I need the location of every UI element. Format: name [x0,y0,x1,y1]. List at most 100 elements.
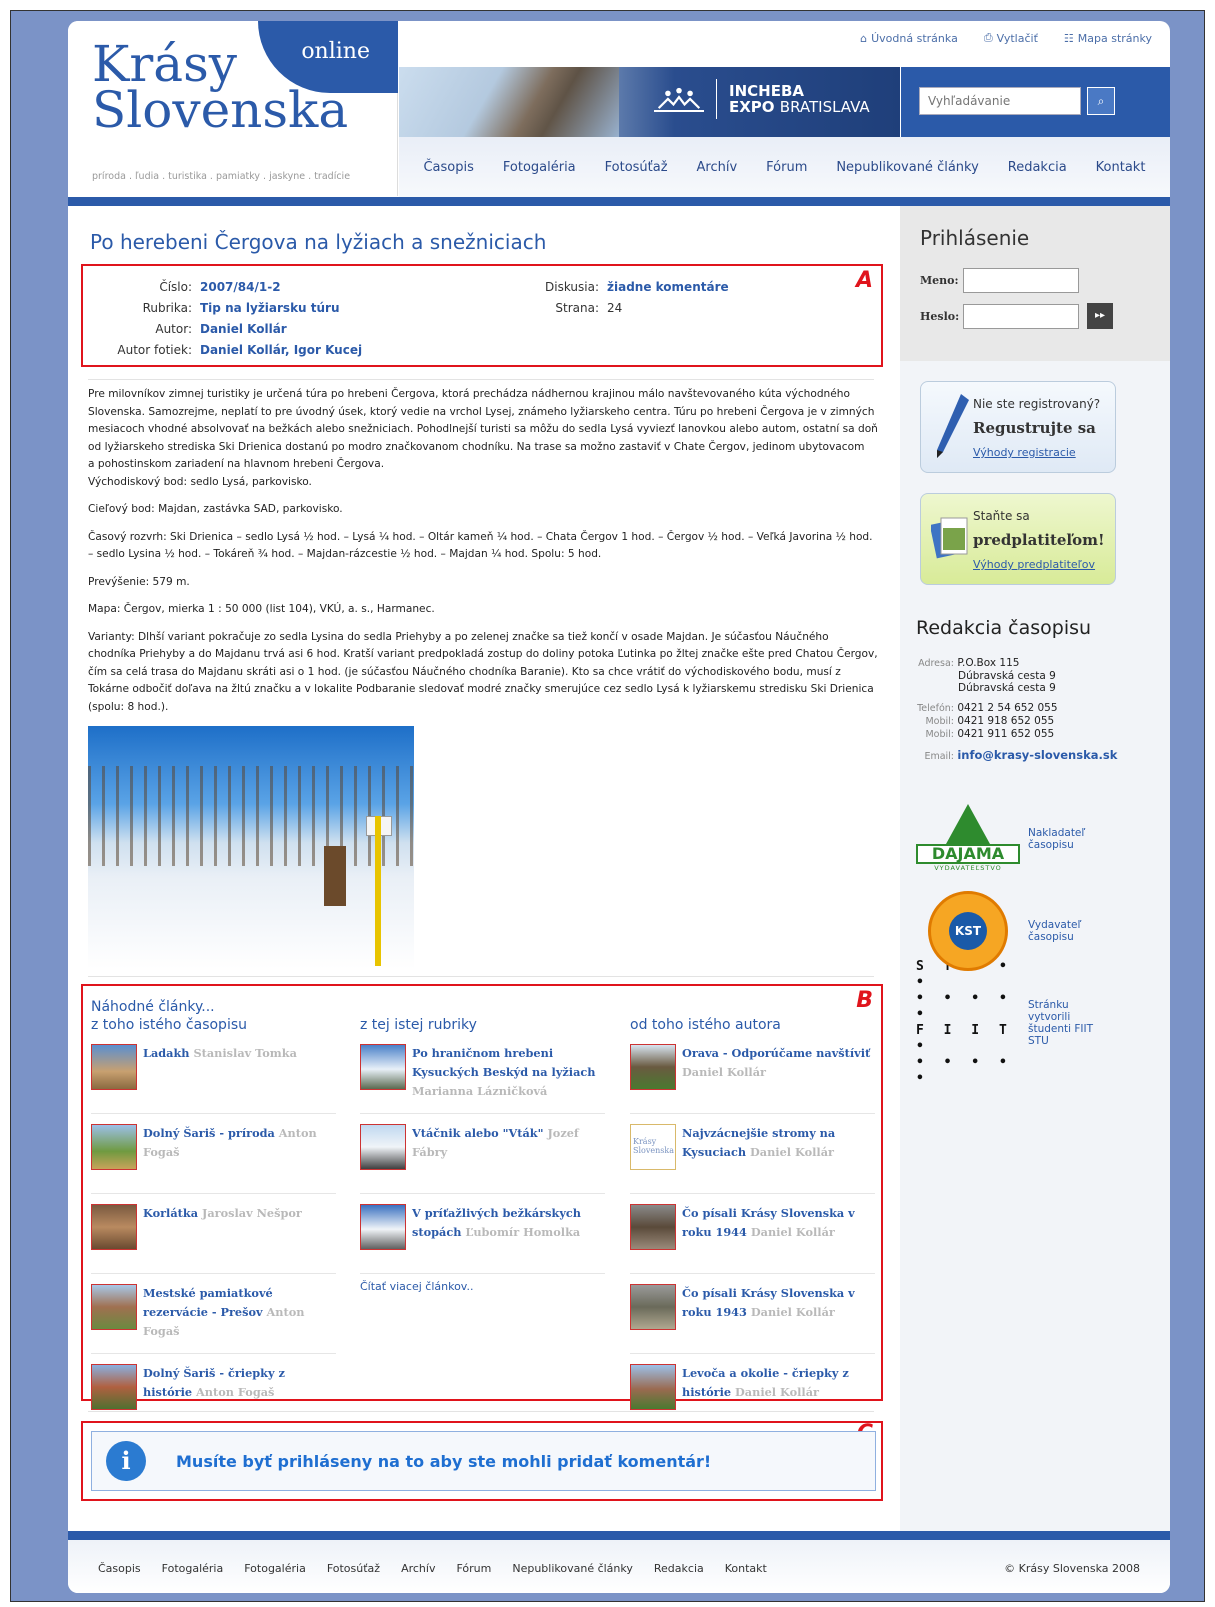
pen-icon [937,394,969,458]
annotation-marker-a: A [855,268,873,293]
main-nav: Časopis Fotogaléria Fotosúťaž Archív Fór… [399,137,1170,197]
discussion-link[interactable]: žiadne komentáre [603,276,733,297]
thumbnail [360,1124,406,1170]
related-item[interactable]: Korlátka Jaroslav Nešpor [91,1204,336,1274]
nav-item-forum[interactable]: Fórum [766,160,807,175]
issuer-caption: Vydavateľ časopisu [1028,919,1082,943]
footer-link[interactable]: Fotogaléria [162,1562,224,1575]
login-required-notice: i Musíte byť prihláseny na to aby ste mo… [91,1431,876,1491]
article-paragraph: Prevýšenie: 579 m. [88,575,190,588]
site-logo[interactable]: online Krásy Slovenska príroda . ľudia .… [68,21,398,196]
rubric-link[interactable]: Tip na lyžiarsku túru [196,297,366,318]
footer-link[interactable]: Fotogaléria [244,1562,306,1575]
nav-item-archiv[interactable]: Archív [697,160,738,175]
name-field[interactable] [963,268,1079,293]
footer-link[interactable]: Nepublikované články [512,1562,633,1575]
home-icon: ⌂ [860,31,868,45]
search-input[interactable] [919,87,1081,115]
page-number: 24 [607,300,623,315]
article-paragraph: Časový rozvrh: Ski Drienica – sedlo Lysá… [88,530,873,561]
related-item[interactable]: Dolný Šariš - príroda Anton Fogaš [91,1124,336,1194]
search-button[interactable]: ⌕ [1087,87,1115,115]
divider [88,379,874,380]
thumbnail [360,1204,406,1250]
related-item[interactable]: Mestské pamiatkové rezervácie - Prešov A… [91,1284,336,1354]
search-icon: ⌕ [1097,94,1105,108]
subscriber-benefits-link[interactable]: Výhody predplatiteľov [973,558,1095,571]
thumbnail [630,1364,676,1410]
footer-link[interactable]: Fotosúťaž [327,1562,380,1575]
dajama-logo[interactable]: DAJAMA VYDAVATEĽSTVO [916,799,1020,879]
main-content: Po herebeni Čergova na lyžiach a snežnic… [81,216,888,1501]
subscribe-promo[interactable]: Staňte sa predplatiteľom! Výhody predpla… [920,493,1116,585]
banner-photo [399,67,619,137]
footer: Časopis Fotogaléria Fotogaléria Fotosúťa… [68,1540,1170,1593]
header-divider [68,197,1170,206]
nav-item-redakcia[interactable]: Redakcia [1008,160,1067,175]
nav-item-nepublikovane[interactable]: Nepublikované články [836,160,978,175]
thumbnail: Krásy Slovenska [630,1124,676,1170]
password-field[interactable] [963,303,1079,329]
author-link[interactable]: Daniel Kollár [196,318,366,339]
more-articles-link[interactable]: Čítať viacej článkov.. [360,1280,605,1293]
login-button[interactable]: ▸▸ [1087,303,1113,329]
home-link[interactable]: ⌂ Úvodná stránka [860,31,958,45]
thumbnail [630,1204,676,1250]
print-link[interactable]: ⎙ Vytlačiť [984,31,1038,45]
related-item[interactable]: Po hraničnom hrebeni Kysuckých Beskýd na… [360,1044,605,1114]
related-col-title: od toho istého autora [630,1017,781,1033]
photo-author-link[interactable]: Daniel Kollár, Igor Kucej [196,339,366,360]
partner-logos: DAJAMA VYDAVATEĽSTVO Nakladateľ časopisu K… [900,793,1170,1086]
thumbnail [360,1044,406,1090]
article-photo[interactable] [88,726,414,969]
login-panel: Prihlásenie Meno: Heslo: ▸▸ [900,206,1170,361]
related-item[interactable]: Čo písali Krásy Slovenska v roku 1944 Da… [630,1204,875,1274]
related-item[interactable]: V príťažlivých bežkárskych stopách Ľubom… [360,1204,605,1274]
divider [88,1411,874,1412]
register-benefits-link[interactable]: Výhody registracie [973,446,1076,459]
article-title: Po herebeni Čergova na lyžiach a snežnic… [90,230,547,254]
nav-item-fotogaleria[interactable]: Fotogaléria [503,160,576,175]
article-paragraph: Cieľový bod: Majdan, zastávka SAD, parko… [88,503,343,515]
article-body: Pre milovníkov zimnej turistiky je určen… [88,386,878,726]
article-paragraph: Varianty: Dlhší variant pokračuje zo sed… [88,630,878,713]
login-title: Prihlásenie [920,226,1030,250]
editorial-contact: Redakcia časopisu Adresa: P.O.Box 115 Dú… [900,617,1170,763]
notice-text: Musíte byť prihláseny na to aby ste mohl… [176,1451,712,1471]
related-item[interactable]: Krásy Slovenska Najvzácnejšie stromy na K… [630,1124,875,1194]
related-item[interactable]: Ladakh Stanislav Tomka [91,1044,336,1114]
thumbnail [630,1044,676,1090]
sitemap-link[interactable]: ☷ Mapa stránky [1064,31,1152,45]
related-item[interactable]: Vtáčnik alebo "Vták" Jozef Fábry [360,1124,605,1194]
stu-logo[interactable]: S T U • •• • • • •F I I T •• • • • • [916,959,1020,1086]
publisher-caption: Nakladateľ časopisu [1028,827,1086,851]
email-link[interactable]: info@krasy-slovenska.sk [957,748,1117,762]
meta-left: Číslo: 2007/84/1-2 Rubrika: Tip na lyžiars… [91,276,366,360]
forward-icon: ▸▸ [1094,310,1106,321]
register-promo[interactable]: Nie ste registrovaný? Regustrujte sa Výh… [920,381,1116,473]
footer-link[interactable]: Archív [401,1562,435,1575]
nav-item-fotosutaz[interactable]: Fotosúťaž [605,160,668,175]
related-item[interactable]: Čo písali Krásy Slovenska v roku 1943 Da… [630,1284,875,1354]
nav-item-casopis[interactable]: Časopis [423,160,473,175]
thumbnail [91,1204,137,1250]
thumbnail [91,1284,137,1330]
footer-link[interactable]: Časopis [98,1562,141,1575]
thumbnail [91,1044,137,1090]
thumbnail [91,1124,137,1170]
sitemap-icon: ☷ [1063,31,1074,45]
footer-link[interactable]: Fórum [456,1562,491,1575]
related-item[interactable]: Orava - Odporúčame navštíviť Daniel Koll… [630,1044,875,1114]
print-icon: ⎙ [983,31,993,44]
credits-caption: Stránku vytvorili študenti FIIT STU [1028,999,1094,1047]
related-col-title: Náhodné články... z toho istého časopisu [91,999,247,1033]
header-banner[interactable]: INCHEBA EXPO BRATISLAVA [399,67,900,137]
divider [88,976,874,977]
footer-link[interactable]: Kontakt [725,1562,767,1575]
issue-link[interactable]: 2007/84/1-2 [196,276,366,297]
magazine-icon [931,517,968,559]
comment-notice-box: C i Musíte byť prihláseny na to aby ste … [81,1421,883,1501]
utility-links: ⌂ Úvodná stránka ⎙ Vytlačiť ☷ Mapa stránky [860,31,1152,45]
nav-item-kontakt[interactable]: Kontakt [1096,160,1146,175]
footer-link[interactable]: Redakcia [654,1562,704,1575]
